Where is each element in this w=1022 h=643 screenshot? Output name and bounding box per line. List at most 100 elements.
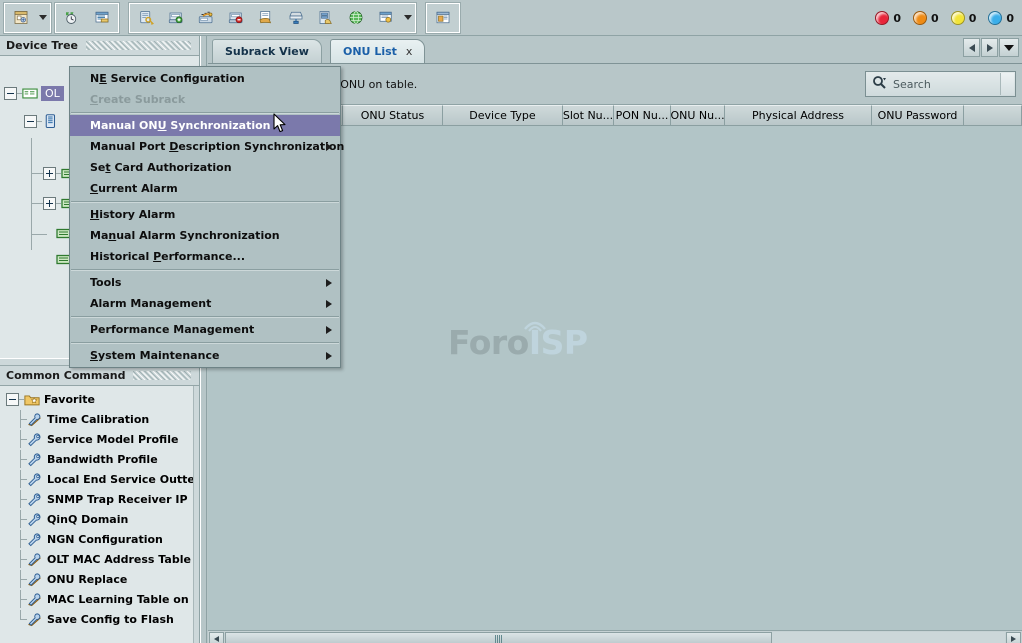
tree-toggle-card-1[interactable]	[43, 167, 56, 180]
scroll-right-button[interactable]	[1006, 632, 1021, 643]
add-device-icon[interactable]	[162, 5, 190, 31]
common-command-item[interactable]: Time Calibration	[0, 409, 199, 429]
table-column-header[interactable]: ONU Password	[872, 105, 964, 126]
window-layout-icon[interactable]	[429, 5, 457, 31]
report-icon[interactable]	[372, 5, 400, 31]
alarm-critical-led	[875, 11, 889, 25]
common-command-item[interactable]: SNMP Trap Receiver IP	[0, 489, 199, 509]
globe-icon[interactable]	[342, 5, 370, 31]
common-command-item[interactable]: Bandwidth Profile	[0, 449, 199, 469]
tab-subrack-view[interactable]: Subrack View	[212, 39, 322, 63]
scroll-left-button[interactable]	[209, 632, 224, 643]
menu-item[interactable]: Historical Performance...	[70, 246, 340, 267]
table-column-header[interactable]: PON Nu...	[614, 105, 671, 126]
tree-connector	[14, 550, 27, 568]
alarm-major-led	[913, 11, 927, 25]
rack-icon[interactable]	[282, 5, 310, 31]
menu-item[interactable]: NE Service Configuration	[70, 68, 340, 89]
watermark-part-1: Foro	[448, 323, 529, 362]
common-command-scrollbar[interactable]	[193, 386, 199, 643]
context-menu[interactable]: NE Service ConfigurationCreate SubrackMa…	[69, 66, 341, 368]
close-icon[interactable]: x	[406, 45, 413, 58]
common-command-item[interactable]: Local End Service Outter	[0, 469, 199, 489]
table-column-header[interactable]	[964, 105, 1022, 126]
common-command-title: Common Command	[6, 369, 125, 382]
ne-panel-icon[interactable]	[7, 5, 35, 31]
panel-grip[interactable]	[86, 41, 191, 50]
menu-item[interactable]: Set Card Authorization	[70, 157, 340, 178]
favorite-toggle[interactable]	[6, 393, 19, 406]
table-column-header[interactable]: Physical Address	[725, 105, 872, 126]
scroll-thumb[interactable]	[225, 632, 772, 643]
authorization-key-icon[interactable]	[132, 5, 160, 31]
menu-item[interactable]: Tools	[70, 272, 340, 293]
menu-item[interactable]: Manual ONU Synchronization	[70, 115, 340, 136]
common-command-item[interactable]: QinQ Domain	[0, 509, 199, 529]
menu-item[interactable]: System Maintenance	[70, 345, 340, 366]
menu-item-label: Current Alarm	[90, 182, 178, 195]
table-column-header[interactable]: ONU Nu...	[671, 105, 725, 126]
tab-list-button[interactable]	[999, 38, 1019, 57]
common-command-item-label: Save Config to Flash	[47, 613, 174, 626]
time-calibration-icon[interactable]	[58, 5, 86, 31]
common-command-item[interactable]: Service Model Profile	[0, 429, 199, 449]
main-toolbar: 0 0 0 0	[0, 0, 1022, 36]
menu-item[interactable]: Current Alarm	[70, 178, 340, 199]
menu-item[interactable]: History Alarm	[70, 204, 340, 225]
alarm-minor[interactable]: 0	[951, 11, 977, 25]
toolbar-group-4	[426, 3, 460, 33]
device-config-icon[interactable]	[252, 5, 280, 31]
alarm-minor-led	[951, 11, 965, 25]
tree-toggle-card-2[interactable]	[43, 197, 56, 210]
menu-item[interactable]: Alarm Management	[70, 293, 340, 314]
alarm-warning[interactable]: 0	[988, 11, 1014, 25]
menu-item[interactable]: Manual Port Description Synchronization	[70, 136, 340, 157]
tab-navigation	[963, 38, 1019, 57]
table-column-header[interactable]: Slot Nu...	[563, 105, 614, 126]
tree-connector	[14, 490, 27, 508]
search-end-cap[interactable]	[1000, 73, 1014, 95]
wrench-icon	[27, 492, 43, 507]
tab-next-button[interactable]	[981, 38, 998, 57]
menu-item-label: Tools	[90, 276, 121, 289]
tree-node-root[interactable]: OL	[4, 84, 64, 102]
tree-toggle-root[interactable]	[4, 87, 17, 100]
discover-device-icon[interactable]	[192, 5, 220, 31]
delete-device-icon[interactable]	[222, 5, 250, 31]
alarm-major[interactable]: 0	[913, 11, 939, 25]
menu-item[interactable]: Manual Alarm Synchronization	[70, 225, 340, 246]
favorite-root[interactable]: Favorite	[0, 389, 199, 409]
menu-item-label: Performance Management	[90, 323, 254, 336]
panel-grip[interactable]	[133, 371, 191, 380]
wrench-icon	[27, 512, 43, 527]
table-column-header-label: PON Nu...	[616, 109, 669, 122]
search-input[interactable]: Search	[865, 71, 1016, 97]
server-manage-icon[interactable]	[312, 5, 340, 31]
tree-toggle-device[interactable]	[24, 115, 37, 128]
menu-item-label: Manual ONU Synchronization	[90, 119, 271, 132]
menu-item-label: System Maintenance	[90, 349, 219, 362]
tree-node-device[interactable]	[24, 112, 58, 130]
alarm-critical-count: 0	[893, 12, 901, 25]
dropdown-arrow-icon[interactable]	[36, 5, 49, 31]
common-command-item[interactable]: Save Config to Flash	[0, 609, 199, 629]
scroll-track[interactable]	[225, 632, 1005, 643]
common-command-item[interactable]: MAC Learning Table on P	[0, 589, 199, 609]
common-command-body[interactable]: Favorite Time CalibrationService Model P…	[0, 386, 199, 643]
menu-item[interactable]: Performance Management	[70, 319, 340, 340]
table-column-header[interactable]: ONU Status	[343, 105, 443, 126]
table-column-header[interactable]: Device Type	[443, 105, 563, 126]
device-list-icon[interactable]	[88, 5, 116, 31]
wrench-screwdriver-icon	[27, 572, 43, 587]
tree-connector	[14, 450, 27, 468]
alarm-critical[interactable]: 0	[875, 11, 901, 25]
common-command-item[interactable]: OLT MAC Address Table	[0, 549, 199, 569]
menu-item-label: Manual Port Description Synchronization	[90, 140, 344, 153]
common-command-item[interactable]: NGN Configuration	[0, 529, 199, 549]
common-command-item[interactable]: ONU Replace	[0, 569, 199, 589]
table-horizontal-scrollbar[interactable]	[208, 630, 1022, 643]
dropdown-arrow-icon[interactable]	[401, 5, 414, 31]
tab-onu-list[interactable]: ONU List x	[330, 39, 425, 63]
table-column-header-label: ONU Nu...	[671, 109, 725, 122]
tab-prev-button[interactable]	[963, 38, 980, 57]
